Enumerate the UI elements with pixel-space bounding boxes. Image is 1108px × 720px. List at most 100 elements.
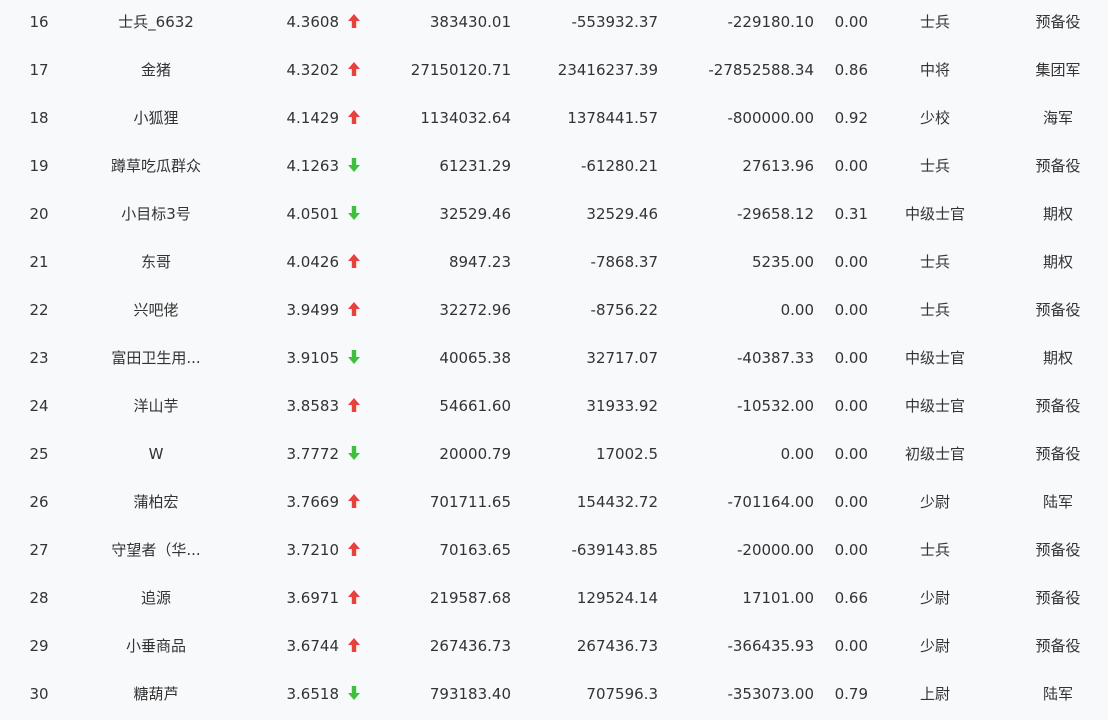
rank-cell: 16 — [29, 13, 49, 31]
table-row[interactable]: 24 洋山芋 3.8583 54661.60 31933.92 -10532.00 0.00… — [0, 384, 1108, 432]
value-2-cell: 32717.07 — [586, 349, 658, 367]
name-cell: 东哥 — [140, 253, 171, 271]
table-row[interactable]: 16 士兵_6632 4.3608 383430.01 -553932.37 -22918… — [0, 0, 1108, 48]
table-row[interactable]: 27 守望者（华... 3.7210 70163.65 -639143.85 -20000… — [0, 528, 1108, 576]
ratio-cell: 0.00 — [834, 253, 868, 271]
ratio-cell: 0.00 — [834, 541, 868, 559]
table-row[interactable]: 20 小目标3号 4.0501 32529.46 32529.46 -29658.12 0.… — [0, 192, 1108, 240]
table-row[interactable]: 21 东哥 4.0426 8947.23 -7868.37 5235.00 0.00 士兵 期权 — [0, 240, 1108, 288]
score-cell: 3.7669 — [286, 493, 340, 511]
category-cell: 集团军 — [1035, 61, 1081, 79]
table-row[interactable]: 28 追源 3.6971 219587.68 129524.14 17101.00 0.66… — [0, 576, 1108, 624]
name-cell: 蹲草吃瓜群众 — [110, 157, 201, 175]
table-row[interactable]: 22 兴吧佬 3.9499 32272.96 -8756.22 0.00 0.00 士兵 预备役 — [0, 288, 1108, 336]
category-cell: 陆军 — [1042, 685, 1073, 703]
ratio-cell: 0.00 — [834, 13, 868, 31]
trend-cell — [347, 624, 367, 672]
category-cell: 预备役 — [1035, 637, 1081, 655]
category-cell: 期权 — [1042, 349, 1073, 367]
value-3-cell: -366435.93 — [727, 637, 814, 655]
rank-cell: 29 — [29, 637, 49, 655]
value-3-cell: 0.00 — [780, 301, 814, 319]
rank-cell: 30 — [29, 685, 49, 703]
category-cell: 预备役 — [1035, 589, 1081, 607]
arrow-up-icon — [347, 61, 361, 79]
table-row[interactable]: 23 富田卫生用... 3.9105 40065.38 32717.07 -40387.3… — [0, 336, 1108, 384]
score-cell: 3.7772 — [286, 445, 340, 463]
trend-cell — [347, 384, 367, 432]
table-row[interactable]: 18 小狐狸 4.1429 1134032.64 1378441.57 -800000.0… — [0, 96, 1108, 144]
value-3-cell: 27613.96 — [742, 157, 814, 175]
value-1-cell: 383430.01 — [429, 13, 511, 31]
value-2-cell: 707596.3 — [586, 685, 658, 703]
ratio-cell: 0.00 — [834, 397, 868, 415]
arrow-up-icon — [347, 13, 361, 31]
arrow-down-icon — [347, 445, 361, 463]
value-2-cell: 129524.14 — [576, 589, 658, 607]
level-cell: 士兵 — [919, 301, 950, 319]
rank-cell: 25 — [29, 445, 49, 463]
table-row[interactable]: 17 金猪 4.3202 27150120.71 23416237.39 -2785258… — [0, 48, 1108, 96]
arrow-down-icon — [347, 349, 361, 367]
value-1-cell: 1134032.64 — [420, 109, 511, 127]
level-cell: 士兵 — [919, 253, 950, 271]
category-cell: 预备役 — [1035, 13, 1081, 31]
category-cell: 期权 — [1042, 253, 1073, 271]
value-3-cell: 5235.00 — [751, 253, 814, 271]
value-2-cell: 17002.5 — [595, 445, 658, 463]
level-cell: 中将 — [919, 61, 950, 79]
ranking-table: 16 士兵_6632 4.3608 383430.01 -553932.37 -22918… — [0, 0, 1108, 714]
name-cell: 蒲柏宏 — [133, 493, 179, 511]
category-cell: 预备役 — [1035, 157, 1081, 175]
trend-cell — [347, 0, 367, 48]
value-2-cell: -61280.21 — [581, 157, 658, 175]
level-cell: 士兵 — [919, 157, 950, 175]
category-cell: 期权 — [1042, 205, 1073, 223]
trend-cell — [347, 528, 367, 576]
level-cell: 士兵 — [919, 13, 950, 31]
level-cell: 少尉 — [919, 589, 950, 607]
value-2-cell: -553932.37 — [571, 13, 658, 31]
ratio-cell: 0.00 — [834, 445, 868, 463]
score-cell: 3.6971 — [286, 589, 340, 607]
score-cell: 3.8583 — [286, 397, 340, 415]
value-3-cell: 0.00 — [780, 445, 814, 463]
score-cell: 3.9105 — [286, 349, 340, 367]
name-cell: 小目标3号 — [121, 205, 191, 223]
value-1-cell: 70163.65 — [439, 541, 511, 559]
arrow-up-icon — [347, 637, 361, 655]
value-2-cell: 32529.46 — [586, 205, 658, 223]
table-row[interactable]: 25 W 3.7772 20000.79 17002.5 0.00 0.00 初级士官 预备役 — [0, 432, 1108, 480]
arrow-up-icon — [347, 541, 361, 559]
table-row[interactable]: 26 蒲柏宏 3.7669 701711.65 154432.72 -701164.00 0… — [0, 480, 1108, 528]
value-2-cell: 23416237.39 — [557, 61, 658, 79]
name-cell: 洋山芋 — [133, 397, 179, 415]
table-row[interactable]: 19 蹲草吃瓜群众 4.1263 61231.29 -61280.21 27613.96 0… — [0, 144, 1108, 192]
rank-cell: 26 — [29, 493, 49, 511]
value-3-cell: -40387.33 — [737, 349, 814, 367]
rank-cell: 28 — [29, 589, 49, 607]
value-1-cell: 701711.65 — [429, 493, 511, 511]
table-row[interactable]: 30 糖葫芦 3.6518 793183.40 707596.3 -353073.00 0.… — [0, 672, 1108, 720]
score-cell: 4.1429 — [286, 109, 340, 127]
category-cell: 预备役 — [1035, 445, 1081, 463]
category-cell: 预备役 — [1035, 397, 1081, 415]
level-cell: 初级士官 — [904, 445, 965, 463]
category-cell: 预备役 — [1035, 301, 1081, 319]
trend-cell — [347, 240, 367, 288]
level-cell: 少尉 — [919, 637, 950, 655]
value-3-cell: -20000.00 — [737, 541, 814, 559]
value-1-cell: 54661.60 — [439, 397, 511, 415]
value-3-cell: -27852588.34 — [708, 61, 814, 79]
name-cell: 金猪 — [140, 61, 171, 79]
value-1-cell: 27150120.71 — [410, 61, 511, 79]
ratio-cell: 0.31 — [834, 205, 868, 223]
name-cell: W — [148, 445, 164, 463]
level-cell: 少尉 — [919, 493, 950, 511]
ratio-cell: 0.00 — [834, 157, 868, 175]
ratio-cell: 0.00 — [834, 301, 868, 319]
rank-cell: 17 — [29, 61, 49, 79]
table-row[interactable]: 29 小垂商品 3.6744 267436.73 267436.73 -366435.93… — [0, 624, 1108, 672]
value-1-cell: 20000.79 — [439, 445, 511, 463]
rank-cell: 22 — [29, 301, 49, 319]
